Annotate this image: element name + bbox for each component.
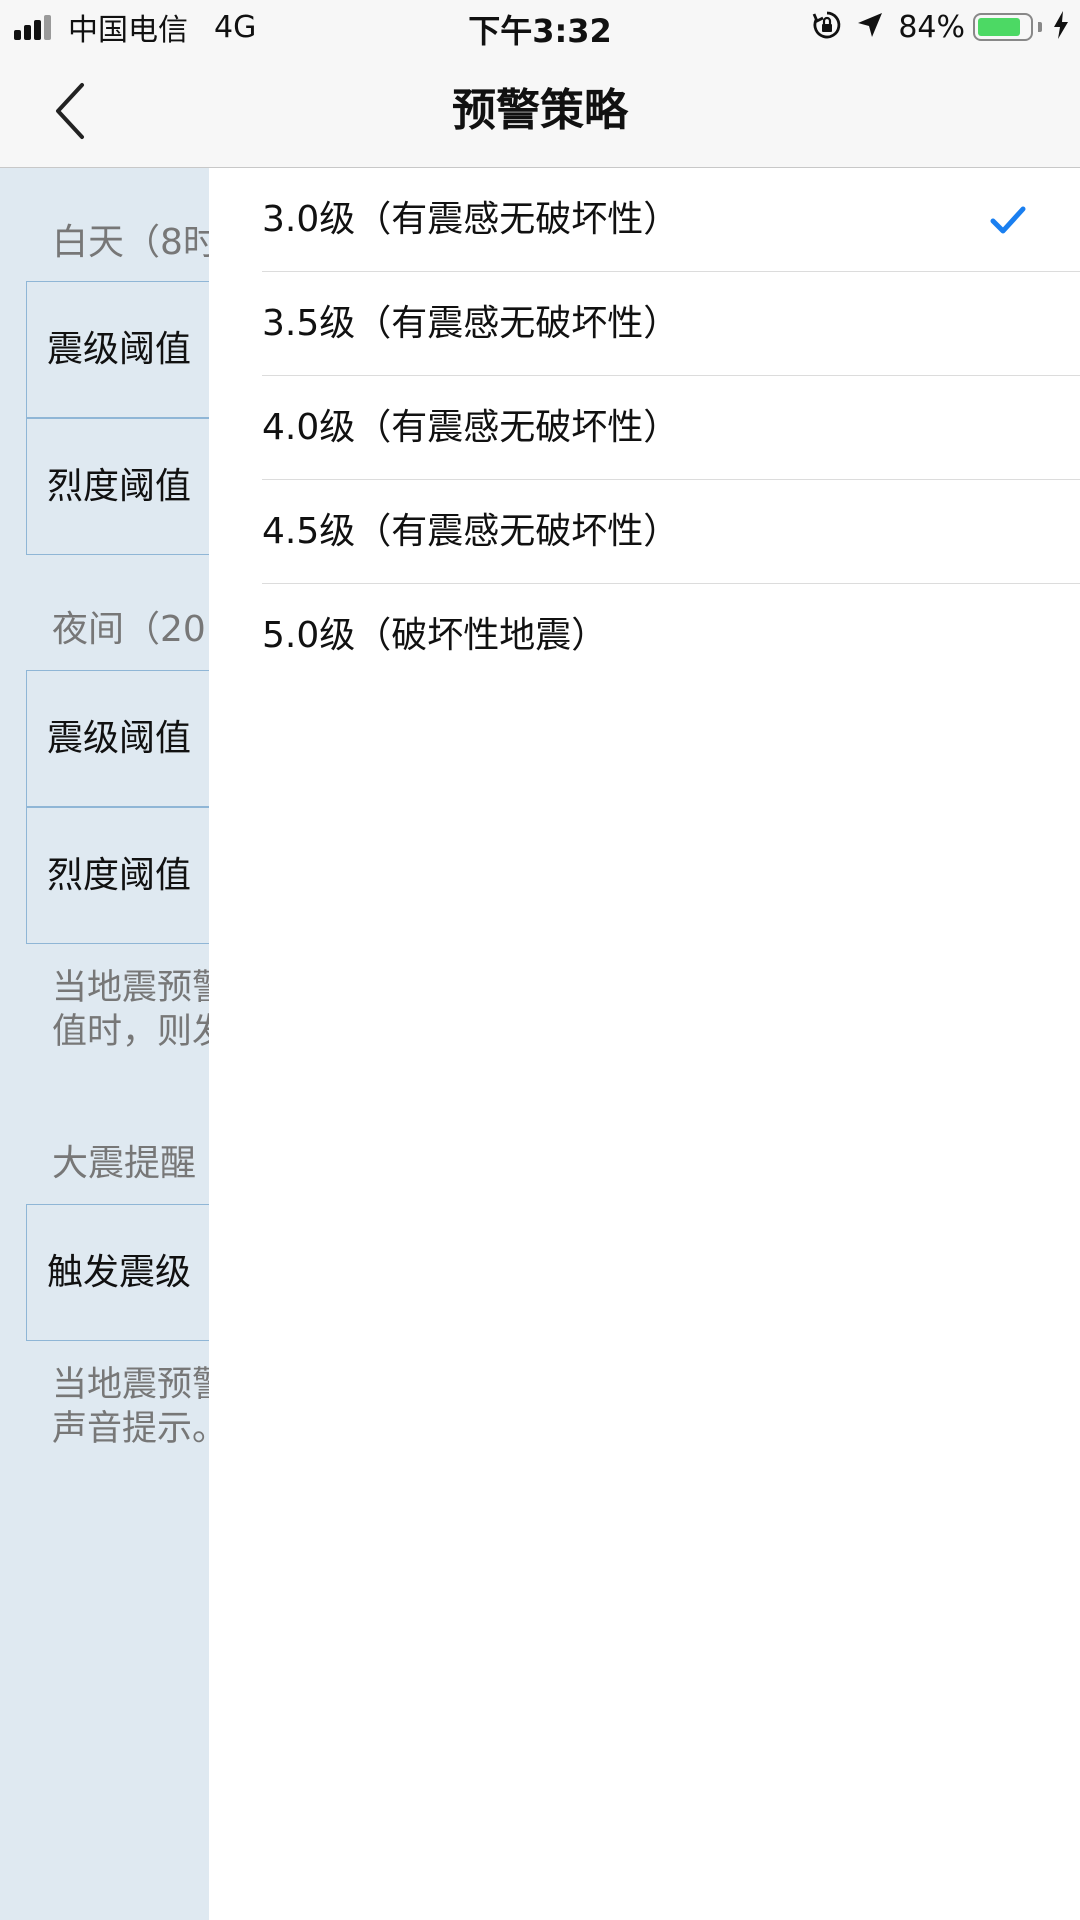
background-settings-page: 白天（8时 震级阈值 烈度阈值 夜间（20 震级阈值 烈度阈值 当地震预警 值时…	[0, 168, 209, 1920]
status-bar: 中国电信 4G 下午3:32 84%	[0, 0, 1080, 54]
magnitude-option-panel: 3.0级（有震感无破坏性） 3.5级（有震感无破坏性） 4.0级（有震感无破坏性…	[209, 168, 1080, 1920]
threshold-note-line-2: 值时，则发	[52, 1012, 209, 1052]
option-item[interactable]: 3.5级（有震感无破坏性）	[262, 272, 1080, 376]
big-quake-section-title: 大震提醒	[52, 1143, 197, 1184]
threshold-note-line-1: 当地震预警	[52, 968, 209, 1008]
big-quake-note-line-2: 声音提示。	[52, 1409, 209, 1449]
battery-icon	[973, 13, 1033, 41]
night-intensity-threshold-cell[interactable]: 烈度阈值	[26, 807, 209, 944]
rotation-lock-icon	[812, 10, 842, 44]
location-arrow-icon	[856, 11, 884, 43]
checkmark-icon	[990, 206, 1026, 234]
battery-cap	[1038, 22, 1042, 32]
night-section-title: 夜间（20	[52, 609, 206, 650]
option-label: 4.0级（有震感无破坏性）	[262, 407, 680, 448]
option-item[interactable]: 5.0级（破坏性地震）	[262, 584, 1080, 688]
option-label: 4.5级（有震感无破坏性）	[262, 511, 680, 552]
battery-percent: 84%	[898, 9, 965, 45]
option-label: 3.0级（有震感无破坏性）	[262, 199, 680, 240]
day-magnitude-threshold-cell[interactable]: 震级阈值	[26, 281, 209, 418]
day-intensity-threshold-cell[interactable]: 烈度阈值	[26, 418, 209, 555]
option-item[interactable]: 3.0级（有震感无破坏性）	[262, 168, 1080, 272]
charging-bolt-icon	[1052, 10, 1070, 44]
option-label: 3.5级（有震感无破坏性）	[262, 303, 680, 344]
option-item[interactable]: 4.0级（有震感无破坏性）	[262, 376, 1080, 480]
page-title: 预警策略	[452, 85, 628, 136]
option-item[interactable]: 4.5级（有震感无破坏性）	[262, 480, 1080, 584]
battery-level-fill	[978, 18, 1020, 36]
status-right: 84%	[812, 8, 1070, 46]
big-quake-note-line-1: 当地震预警	[52, 1365, 209, 1405]
option-label: 5.0级（破坏性地震）	[262, 615, 608, 656]
night-magnitude-threshold-cell[interactable]: 震级阈值	[26, 670, 209, 807]
day-section-title: 白天（8时	[52, 222, 209, 263]
trigger-magnitude-cell[interactable]: 触发震级	[26, 1204, 209, 1341]
navigation-bar: 预警策略	[0, 54, 1080, 168]
